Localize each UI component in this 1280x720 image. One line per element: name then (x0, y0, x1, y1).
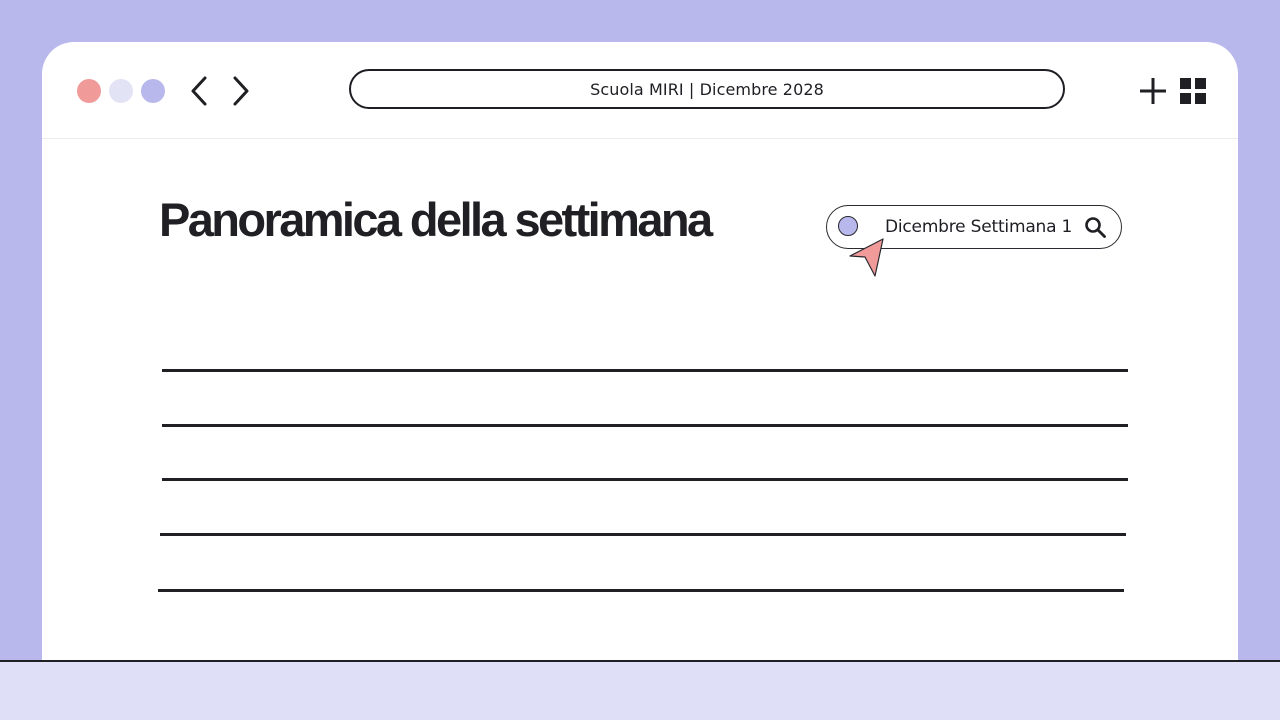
maximize-dot[interactable] (141, 79, 165, 103)
empty-line-5 (158, 589, 1124, 592)
close-dot[interactable] (77, 79, 101, 103)
browser-toolbar: Scuola MIRI | Dicembre 2028 (42, 42, 1238, 139)
empty-line-3 (162, 478, 1128, 481)
empty-line-4 (160, 533, 1126, 536)
browser-window: Scuola MIRI | Dicembre 2028 Panoramica d… (42, 42, 1238, 682)
search-icon[interactable] (1083, 215, 1107, 239)
back-button[interactable] (186, 74, 212, 108)
address-bar[interactable]: Scuola MIRI | Dicembre 2028 (349, 69, 1065, 109)
forward-button[interactable] (228, 74, 254, 108)
grid-icon (1180, 78, 1206, 104)
minimize-dot[interactable] (109, 79, 133, 103)
week-marker-dot (838, 216, 858, 236)
empty-line-2 (162, 424, 1128, 427)
apps-button[interactable] (1179, 77, 1207, 105)
chevron-left-icon (191, 76, 207, 106)
new-tab-button[interactable] (1138, 76, 1168, 106)
empty-line-1 (162, 369, 1128, 372)
address-text: Scuola MIRI | Dicembre 2028 (590, 79, 824, 99)
plus-icon (1140, 78, 1166, 104)
week-search-label: Dicembre Settimana 1 (885, 217, 1073, 237)
page-title: Panoramica della settimana (159, 193, 713, 246)
bottom-band (0, 660, 1280, 720)
pointer-cursor-icon (849, 238, 884, 277)
chevron-right-icon (233, 76, 249, 106)
